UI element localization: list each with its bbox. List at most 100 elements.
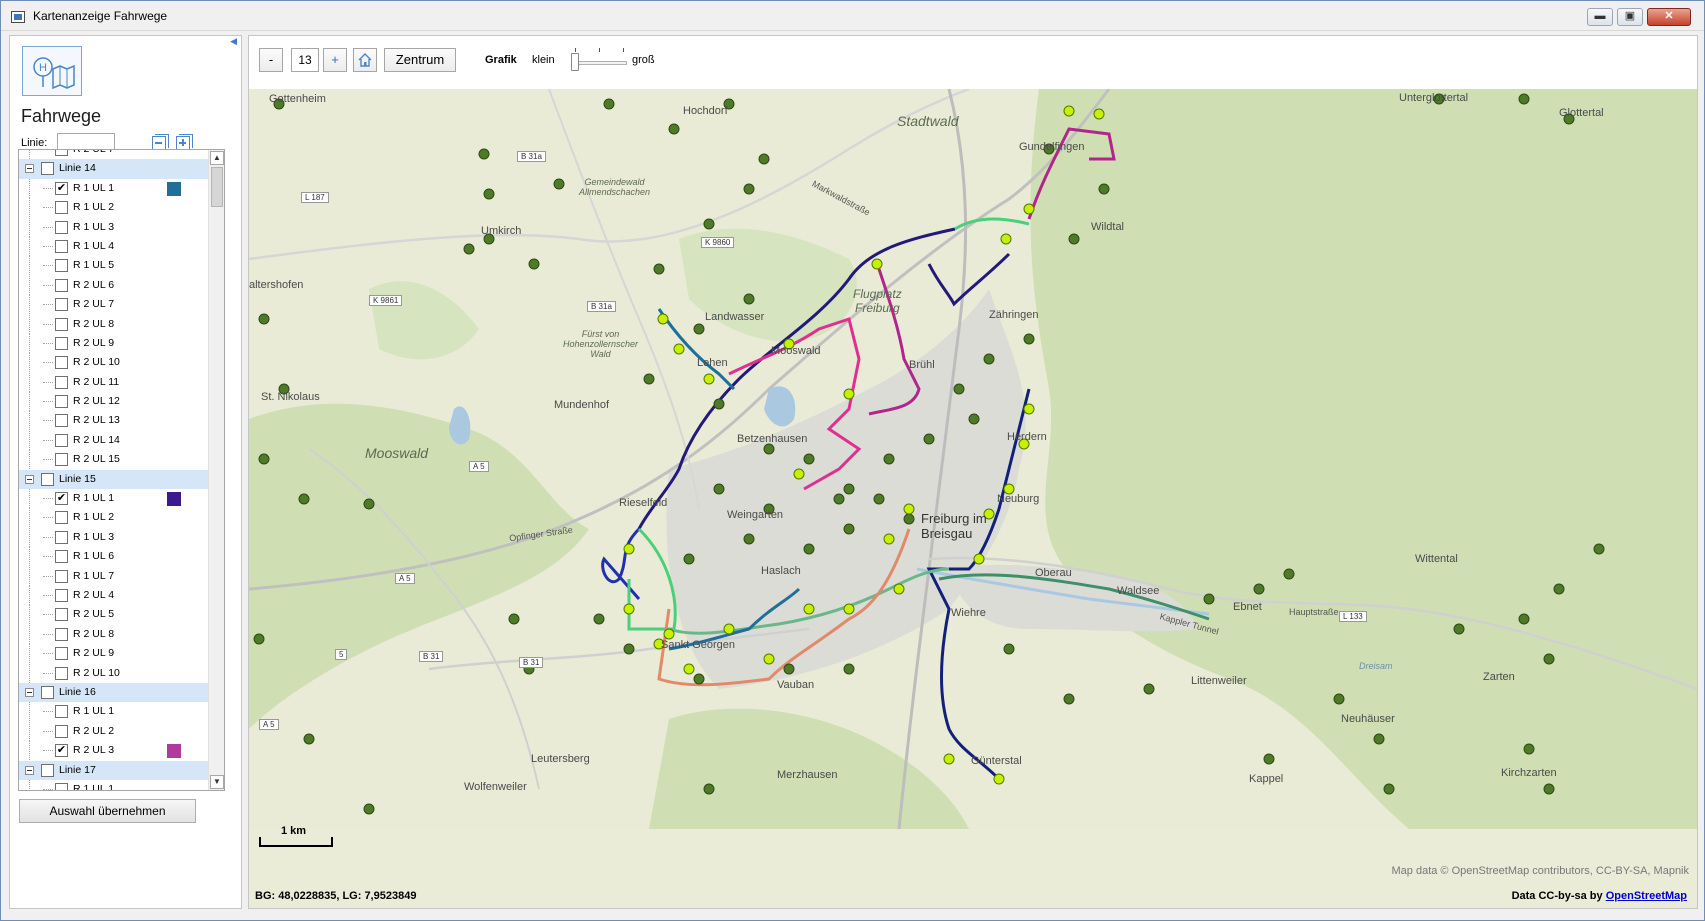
- tree-item-row[interactable]: R 1 UL 2: [19, 508, 209, 528]
- route-checkbox[interactable]: [55, 433, 68, 447]
- minimize-button[interactable]: ▬: [1587, 8, 1613, 26]
- tree-item-row[interactable]: R 1 UL 1: [19, 779, 209, 790]
- route-color-swatch[interactable]: [167, 181, 181, 196]
- route-checkbox[interactable]: [55, 724, 68, 738]
- route-checkbox[interactable]: ✔: [55, 181, 68, 195]
- tree-item-row[interactable]: R 1 UL 5: [19, 256, 209, 276]
- panel-collapse-icon[interactable]: ◀: [230, 36, 237, 47]
- tree-item-row[interactable]: R 2 UL 7: [19, 150, 209, 159]
- tree-item-row[interactable]: R 2 UL 6: [19, 275, 209, 295]
- collapse-toggle-icon[interactable]: [25, 765, 34, 775]
- route-checkbox[interactable]: [55, 220, 68, 234]
- route-color-swatch[interactable]: [167, 744, 181, 759]
- tree-item-row[interactable]: R 2 UL 10: [19, 353, 209, 373]
- route-checkbox[interactable]: [55, 239, 68, 253]
- tree-item-row[interactable]: ✔ R 1 UL 1: [19, 178, 209, 198]
- close-button[interactable]: ✕: [1647, 8, 1691, 26]
- route-checkbox[interactable]: ✔: [55, 744, 68, 758]
- route-checkbox[interactable]: [55, 666, 68, 680]
- collapse-toggle-icon[interactable]: [25, 474, 34, 484]
- route-checkbox[interactable]: [55, 453, 68, 467]
- route-checkbox[interactable]: [55, 550, 68, 564]
- tree-item-row[interactable]: R 2 UL 4: [19, 585, 209, 605]
- collapse-toggle-icon[interactable]: [25, 164, 34, 174]
- tree-item-row[interactable]: R 2 UL 10: [19, 663, 209, 683]
- route-checkbox[interactable]: [55, 336, 68, 350]
- route-checkbox[interactable]: [55, 627, 68, 641]
- tree-group-row[interactable]: Linie 15: [19, 469, 209, 490]
- route-checkbox[interactable]: [55, 782, 68, 790]
- home-button[interactable]: [353, 48, 377, 72]
- tree-item-row[interactable]: R 2 UL 14: [19, 430, 209, 450]
- tree-item-row[interactable]: R 2 UL 12: [19, 392, 209, 412]
- tree-item-row[interactable]: R 1 UL 2: [19, 198, 209, 218]
- tree-item-row[interactable]: R 2 UL 2: [19, 721, 209, 741]
- route-checkbox[interactable]: [55, 278, 68, 292]
- scroll-down-icon[interactable]: ▼: [210, 775, 224, 789]
- tree-item-row[interactable]: R 1 UL 7: [19, 566, 209, 586]
- openstreetmap-link[interactable]: OpenStreetMap: [1606, 890, 1687, 902]
- route-checkbox[interactable]: [55, 608, 68, 622]
- map-label-weingarten: Weingarten: [727, 509, 784, 521]
- zoom-out-button[interactable]: -: [259, 48, 283, 72]
- tree-item-row[interactable]: R 2 UL 9: [19, 644, 209, 664]
- tree-group-row[interactable]: Linie 17: [19, 760, 209, 780]
- large-label: groß: [632, 54, 655, 66]
- zoom-in-button[interactable]: +: [323, 48, 347, 72]
- tree-item-row[interactable]: R 1 UL 3: [19, 527, 209, 547]
- route-checkbox[interactable]: [55, 298, 68, 312]
- route-checkbox[interactable]: [55, 395, 68, 409]
- tree-item-row[interactable]: ✔ R 1 UL 1: [19, 489, 209, 509]
- tree-item-row[interactable]: R 1 UL 1: [19, 702, 209, 722]
- route-label: R 2 UL 10: [73, 356, 120, 369]
- graphic-label: Grafik: [485, 54, 517, 66]
- slider-thumb[interactable]: [571, 53, 579, 71]
- tree-item-row[interactable]: R 2 UL 5: [19, 605, 209, 625]
- route-checkbox[interactable]: [41, 472, 54, 486]
- status-bar: BG: 48,0228835, LG: 7,9523849 Data CC-by…: [249, 882, 1697, 908]
- route-color-swatch[interactable]: [167, 492, 181, 507]
- tree-item-row[interactable]: R 2 UL 7: [19, 295, 209, 315]
- route-checkbox[interactable]: [55, 150, 68, 156]
- tree-item-row[interactable]: R 1 UL 6: [19, 547, 209, 567]
- tree-item-row[interactable]: R 2 UL 11: [19, 372, 209, 392]
- route-checkbox[interactable]: [55, 259, 68, 273]
- center-button[interactable]: Zentrum: [384, 48, 456, 72]
- route-checkbox[interactable]: [41, 685, 54, 699]
- route-checkbox[interactable]: [55, 375, 68, 389]
- tree-group-row[interactable]: Linie 16: [19, 682, 209, 703]
- route-checkbox[interactable]: [41, 162, 54, 176]
- map-view[interactable]: Gottenheim Hochdorf Stadtwald Gundelfing…: [249, 89, 1697, 908]
- route-checkbox[interactable]: [55, 569, 68, 583]
- route-checkbox[interactable]: [55, 414, 68, 428]
- map-canvas[interactable]: [249, 89, 1697, 829]
- route-checkbox[interactable]: [55, 647, 68, 661]
- route-checkbox[interactable]: [55, 530, 68, 544]
- scroll-up-icon[interactable]: ▲: [210, 151, 224, 165]
- tree-item-row[interactable]: R 2 UL 8: [19, 314, 209, 334]
- route-checkbox[interactable]: ✔: [55, 492, 68, 506]
- title-bar[interactable]: Kartenanzeige Fahrwege ▬ ▣ ✕: [1, 1, 1704, 31]
- tree-group-row[interactable]: Linie 14: [19, 159, 209, 179]
- tree-item-row[interactable]: R 2 UL 9: [19, 333, 209, 353]
- route-checkbox[interactable]: [41, 763, 54, 777]
- route-checkbox[interactable]: [55, 356, 68, 370]
- maximize-button[interactable]: ▣: [1617, 8, 1643, 26]
- graphic-size-slider[interactable]: [571, 48, 627, 72]
- apply-selection-button[interactable]: Auswahl übernehmen: [19, 799, 196, 823]
- route-checkbox[interactable]: [55, 201, 68, 215]
- route-checkbox[interactable]: [55, 588, 68, 602]
- tree-item-row[interactable]: R 1 UL 3: [19, 217, 209, 237]
- collapse-toggle-icon[interactable]: [25, 687, 34, 697]
- tree-item-row[interactable]: ✔ R 2 UL 3: [19, 741, 209, 761]
- tree-item-row[interactable]: R 2 UL 8: [19, 624, 209, 644]
- route-checkbox[interactable]: [55, 317, 68, 331]
- tree-item-row[interactable]: R 1 UL 4: [19, 236, 209, 256]
- route-checkbox[interactable]: [55, 705, 68, 719]
- tree-item-row[interactable]: R 2 UL 13: [19, 411, 209, 431]
- route-tree[interactable]: R 2 UL 7 Linie 14 ✔ R 1 UL 1 R 1 UL 2 R 1 UL …: [18, 149, 225, 791]
- scroll-thumb[interactable]: [211, 167, 223, 207]
- route-checkbox[interactable]: [55, 511, 68, 525]
- tree-item-row[interactable]: R 2 UL 15: [19, 450, 209, 470]
- tree-scrollbar[interactable]: ▲ ▼: [208, 150, 224, 790]
